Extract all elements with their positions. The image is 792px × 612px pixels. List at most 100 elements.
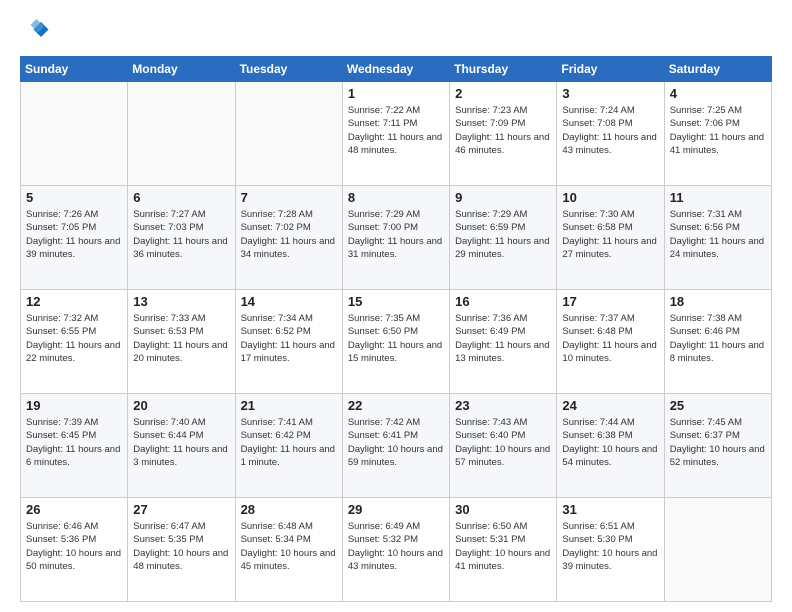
- day-number: 8: [348, 190, 444, 205]
- calendar-body: 1 Sunrise: 7:22 AM Sunset: 7:11 PM Daylig…: [21, 82, 772, 602]
- day-number: 11: [670, 190, 766, 205]
- day-info: Sunrise: 7:28 AM Sunset: 7:02 PM Dayligh…: [241, 208, 337, 261]
- week-row-0: 1 Sunrise: 7:22 AM Sunset: 7:11 PM Daylig…: [21, 82, 772, 186]
- day-number: 13: [133, 294, 229, 309]
- logo-icon: [20, 16, 50, 46]
- header-cell-tuesday: Tuesday: [235, 57, 342, 82]
- calendar-cell: 27 Sunrise: 6:47 AM Sunset: 5:35 PM Dayli…: [128, 498, 235, 602]
- day-info: Sunrise: 7:44 AM Sunset: 6:38 PM Dayligh…: [562, 416, 658, 469]
- day-info: Sunrise: 7:32 AM Sunset: 6:55 PM Dayligh…: [26, 312, 122, 365]
- calendar-cell: [21, 82, 128, 186]
- calendar-cell: 29Sunrise: 6:49 AM Sunset: 5:32 PM Dayli…: [342, 498, 449, 602]
- day-info: Sunrise: 7:37 AM Sunset: 6:48 PM Dayligh…: [562, 312, 658, 365]
- header-cell-saturday: Saturday: [664, 57, 771, 82]
- day-number: 14: [241, 294, 337, 309]
- calendar-cell: 1 Sunrise: 7:22 AM Sunset: 7:11 PM Daylig…: [342, 82, 449, 186]
- day-info: Sunrise: 6:50 AM Sunset: 5:31 PM Dayligh…: [455, 520, 551, 573]
- day-info: Sunrise: 7:30 AM Sunset: 6:58 PM Dayligh…: [562, 208, 658, 261]
- header-row: SundayMondayTuesdayWednesdayThursdayFrid…: [21, 57, 772, 82]
- calendar-cell: [664, 498, 771, 602]
- calendar-table: SundayMondayTuesdayWednesdayThursdayFrid…: [20, 56, 772, 602]
- calendar-cell: 22 Sunrise: 7:42 AM Sunset: 6:41 PM Dayli…: [342, 394, 449, 498]
- page: SundayMondayTuesdayWednesdayThursdayFrid…: [0, 0, 792, 612]
- day-number: 5: [26, 190, 122, 205]
- header-cell-wednesday: Wednesday: [342, 57, 449, 82]
- day-info: Sunrise: 7:43 AM Sunset: 6:40 PM Dayligh…: [455, 416, 551, 469]
- day-number: 2: [455, 86, 551, 101]
- calendar-cell: [235, 82, 342, 186]
- calendar-cell: 13 Sunrise: 7:33 AM Sunset: 6:53 PM Dayli…: [128, 290, 235, 394]
- day-number: 9: [455, 190, 551, 205]
- day-number: 26: [26, 502, 122, 517]
- day-number: 15: [348, 294, 444, 309]
- calendar-cell: 26 Sunrise: 6:46 AM Sunset: 5:36 PM Dayli…: [21, 498, 128, 602]
- day-number: 4: [670, 86, 766, 101]
- calendar-header: SundayMondayTuesdayWednesdayThursdayFrid…: [21, 57, 772, 82]
- day-info: Sunrise: 6:46 AM Sunset: 5:36 PM Dayligh…: [26, 520, 122, 573]
- day-info: Sunrise: 7:36 AM Sunset: 6:49 PM Dayligh…: [455, 312, 551, 365]
- day-number: 24: [562, 398, 658, 413]
- header-cell-sunday: Sunday: [21, 57, 128, 82]
- week-row-3: 19Sunrise: 7:39 AM Sunset: 6:45 PM Dayli…: [21, 394, 772, 498]
- day-number: 7: [241, 190, 337, 205]
- calendar-cell: 24 Sunrise: 7:44 AM Sunset: 6:38 PM Dayli…: [557, 394, 664, 498]
- day-info: Sunrise: 7:42 AM Sunset: 6:41 PM Dayligh…: [348, 416, 444, 469]
- day-info: Sunrise: 7:38 AM Sunset: 6:46 PM Dayligh…: [670, 312, 766, 365]
- calendar-cell: [128, 82, 235, 186]
- calendar-cell: 21 Sunrise: 7:41 AM Sunset: 6:42 PM Dayli…: [235, 394, 342, 498]
- day-number: 27: [133, 502, 229, 517]
- day-number: 16: [455, 294, 551, 309]
- day-info: Sunrise: 6:49 AM Sunset: 5:32 PM Dayligh…: [348, 520, 444, 573]
- calendar-cell: 7 Sunrise: 7:28 AM Sunset: 7:02 PM Daylig…: [235, 186, 342, 290]
- calendar-cell: 3 Sunrise: 7:24 AM Sunset: 7:08 PM Daylig…: [557, 82, 664, 186]
- day-number: 3: [562, 86, 658, 101]
- calendar-cell: 31Sunrise: 6:51 AM Sunset: 5:30 PM Dayli…: [557, 498, 664, 602]
- day-number: 28: [241, 502, 337, 517]
- calendar-cell: 4 Sunrise: 7:25 AM Sunset: 7:06 PM Daylig…: [664, 82, 771, 186]
- day-info: Sunrise: 7:33 AM Sunset: 6:53 PM Dayligh…: [133, 312, 229, 365]
- calendar-cell: 28 Sunrise: 6:48 AM Sunset: 5:34 PM Dayli…: [235, 498, 342, 602]
- calendar-cell: 10 Sunrise: 7:30 AM Sunset: 6:58 PM Dayli…: [557, 186, 664, 290]
- day-number: 20: [133, 398, 229, 413]
- day-info: Sunrise: 7:34 AM Sunset: 6:52 PM Dayligh…: [241, 312, 337, 365]
- day-info: Sunrise: 7:41 AM Sunset: 6:42 PM Dayligh…: [241, 416, 337, 469]
- calendar-cell: 15 Sunrise: 7:35 AM Sunset: 6:50 PM Dayli…: [342, 290, 449, 394]
- day-info: Sunrise: 7:29 AM Sunset: 6:59 PM Dayligh…: [455, 208, 551, 261]
- header-cell-monday: Monday: [128, 57, 235, 82]
- day-number: 19: [26, 398, 122, 413]
- day-number: 17: [562, 294, 658, 309]
- day-number: 30: [455, 502, 551, 517]
- calendar-cell: 14 Sunrise: 7:34 AM Sunset: 6:52 PM Dayli…: [235, 290, 342, 394]
- day-number: 23: [455, 398, 551, 413]
- day-info: Sunrise: 6:48 AM Sunset: 5:34 PM Dayligh…: [241, 520, 337, 573]
- logo: [20, 16, 54, 46]
- day-number: 10: [562, 190, 658, 205]
- day-number: 6: [133, 190, 229, 205]
- day-number: 22: [348, 398, 444, 413]
- day-number: 21: [241, 398, 337, 413]
- day-number: 25: [670, 398, 766, 413]
- calendar-cell: 9 Sunrise: 7:29 AM Sunset: 6:59 PM Daylig…: [450, 186, 557, 290]
- day-number: 12: [26, 294, 122, 309]
- day-number: 18: [670, 294, 766, 309]
- day-info: Sunrise: 7:22 AM Sunset: 7:11 PM Dayligh…: [348, 104, 444, 157]
- day-number: 1: [348, 86, 444, 101]
- day-info: Sunrise: 7:25 AM Sunset: 7:06 PM Dayligh…: [670, 104, 766, 157]
- calendar-cell: 8Sunrise: 7:29 AM Sunset: 7:00 PM Daylig…: [342, 186, 449, 290]
- day-info: Sunrise: 7:45 AM Sunset: 6:37 PM Dayligh…: [670, 416, 766, 469]
- day-info: Sunrise: 7:27 AM Sunset: 7:03 PM Dayligh…: [133, 208, 229, 261]
- day-info: Sunrise: 7:26 AM Sunset: 7:05 PM Dayligh…: [26, 208, 122, 261]
- calendar-cell: 20Sunrise: 7:40 AM Sunset: 6:44 PM Dayli…: [128, 394, 235, 498]
- header-cell-friday: Friday: [557, 57, 664, 82]
- day-info: Sunrise: 7:35 AM Sunset: 6:50 PM Dayligh…: [348, 312, 444, 365]
- calendar-cell: 6 Sunrise: 7:27 AM Sunset: 7:03 PM Daylig…: [128, 186, 235, 290]
- day-info: Sunrise: 6:47 AM Sunset: 5:35 PM Dayligh…: [133, 520, 229, 573]
- calendar-cell: 25 Sunrise: 7:45 AM Sunset: 6:37 PM Dayli…: [664, 394, 771, 498]
- calendar-cell: 12 Sunrise: 7:32 AM Sunset: 6:55 PM Dayli…: [21, 290, 128, 394]
- week-row-2: 12 Sunrise: 7:32 AM Sunset: 6:55 PM Dayli…: [21, 290, 772, 394]
- calendar-cell: 18 Sunrise: 7:38 AM Sunset: 6:46 PM Dayli…: [664, 290, 771, 394]
- day-info: Sunrise: 7:31 AM Sunset: 6:56 PM Dayligh…: [670, 208, 766, 261]
- week-row-4: 26 Sunrise: 6:46 AM Sunset: 5:36 PM Dayli…: [21, 498, 772, 602]
- day-info: Sunrise: 7:24 AM Sunset: 7:08 PM Dayligh…: [562, 104, 658, 157]
- day-number: 31: [562, 502, 658, 517]
